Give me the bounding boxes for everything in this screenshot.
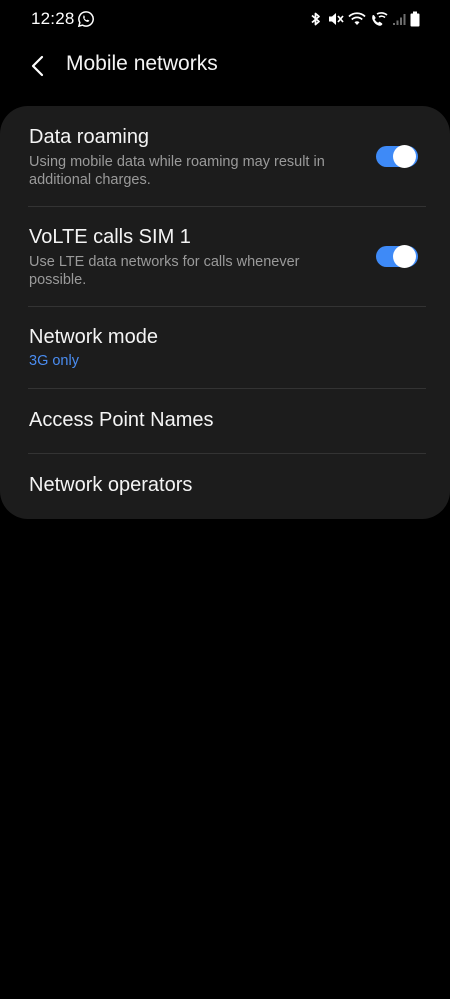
status-bar: 12:28 bbox=[0, 0, 450, 38]
data-roaming-toggle[interactable] bbox=[376, 145, 418, 168]
data-roaming-description: Using mobile data while roaming may resu… bbox=[29, 154, 325, 188]
data-roaming-title: Data roaming bbox=[29, 126, 150, 148]
battery-icon bbox=[410, 11, 420, 27]
wifi-icon bbox=[348, 11, 366, 27]
whatsapp-icon bbox=[77, 10, 95, 28]
back-button[interactable] bbox=[20, 48, 56, 84]
mute-icon bbox=[327, 11, 344, 27]
status-time: 12:28 bbox=[31, 9, 75, 28]
access-point-names-row[interactable]: Access Point Names bbox=[0, 389, 450, 453]
volte-toggle[interactable] bbox=[376, 245, 418, 268]
data-roaming-row[interactable]: Data roaming Using mobile data while roa… bbox=[0, 106, 450, 206]
settings-card: Data roaming Using mobile data while roa… bbox=[0, 106, 450, 519]
volte-description: Use LTE data networks for calls whenever… bbox=[29, 254, 300, 288]
toggle-knob bbox=[393, 145, 416, 168]
page-title: Mobile networks bbox=[66, 52, 218, 75]
volte-row[interactable]: VoLTE calls SIM 1 Use LTE data networks … bbox=[0, 207, 450, 306]
access-point-names-title: Access Point Names bbox=[29, 409, 214, 431]
toggle-knob bbox=[393, 245, 416, 268]
app-bar: Mobile networks bbox=[0, 40, 450, 92]
network-operators-title: Network operators bbox=[29, 474, 193, 496]
network-mode-title: Network mode bbox=[29, 326, 158, 348]
status-icons bbox=[309, 10, 420, 28]
signal-icon bbox=[392, 12, 406, 26]
wifi-call-icon bbox=[370, 11, 388, 27]
network-operators-row[interactable]: Network operators bbox=[0, 454, 450, 519]
network-mode-value: 3G only bbox=[29, 353, 79, 369]
bluetooth-icon bbox=[309, 11, 323, 27]
network-mode-row[interactable]: Network mode 3G only bbox=[0, 307, 450, 388]
volte-title: VoLTE calls SIM 1 bbox=[29, 226, 191, 248]
chevron-left-icon bbox=[31, 55, 44, 77]
